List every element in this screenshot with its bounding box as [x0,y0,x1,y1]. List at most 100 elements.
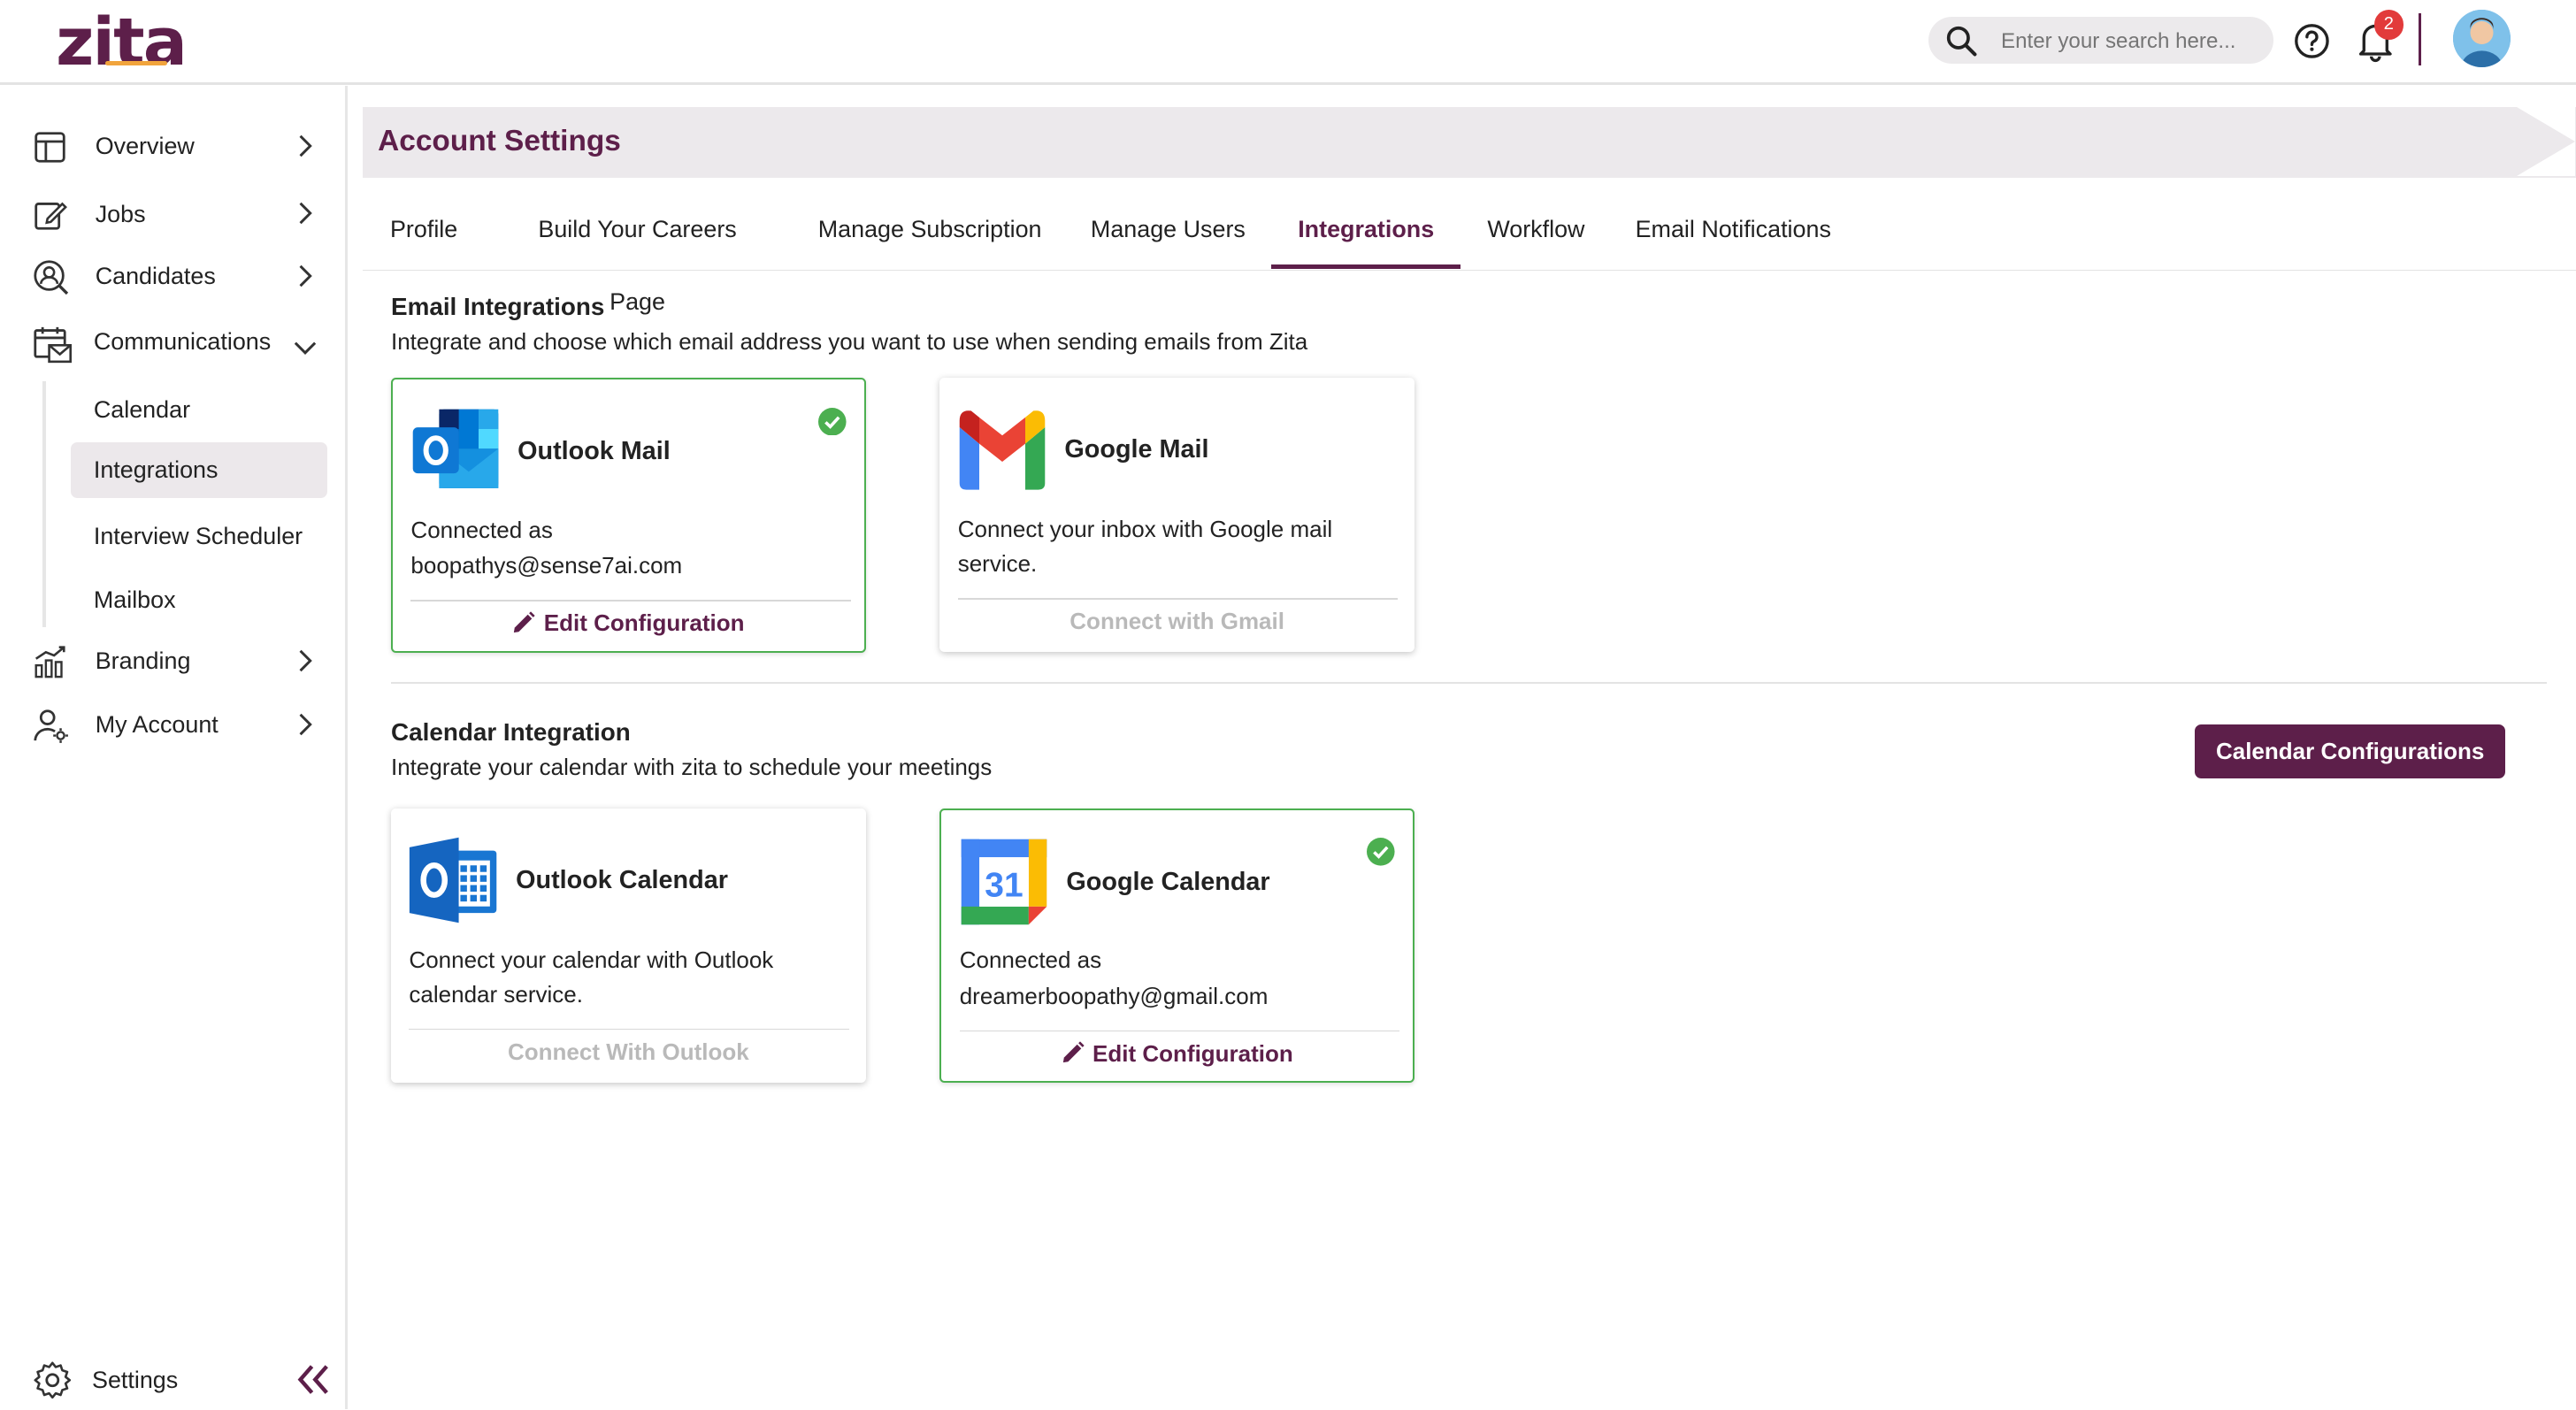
search-input[interactable] [1997,24,2251,59]
connected-email: boopathys@sense7ai.com [410,552,683,579]
sidebar-subitem-mailbox[interactable]: Mailbox [71,571,327,627]
sidebar-item-label: Communications [93,328,272,356]
settings-label: Settings [92,1367,179,1394]
banner-notch [2517,106,2576,176]
zita-logo[interactable]: zita [56,4,188,80]
outlook-mail-name: Outlook Mail [518,437,671,466]
jobs-icon [33,197,69,234]
section-divider [391,681,2547,684]
search-bar[interactable] [1928,16,2274,65]
calendar-configurations-button[interactable]: Calendar Configurations [2195,724,2506,779]
help-icon[interactable] [2294,23,2330,66]
gear-icon [33,1360,73,1407]
connected-check-icon [818,407,847,443]
user-avatar[interactable] [2452,10,2511,68]
branding-icon [33,644,69,680]
sidebar-item-branding[interactable]: Branding [0,631,345,690]
candidates-icon [33,259,69,295]
card-divider [957,597,1399,600]
connect-gmail-button[interactable]: Connect with Gmail [939,608,1414,635]
overview-icon [33,130,69,166]
tab-manage-users[interactable]: Manage Users [1089,194,1246,266]
google-mail-desc-line1: Connect your inbox with Google mail [957,516,1333,543]
title-banner [363,106,2576,178]
calendar-day-number: 31 [985,867,1023,905]
google-calendar-logo-icon: 31 [958,836,1050,925]
submenu-guide-line [42,380,46,628]
sidebar-item-settings[interactable]: Settings [0,1351,345,1410]
outlook-calendar-name: Outlook Calendar [516,865,728,894]
sidebar-item-overview[interactable]: Overview [0,117,345,176]
connected-as-label: Connected as [959,946,1102,974]
logo-accent-underline [104,60,168,66]
header-divider [2418,12,2422,66]
connect-outlook-button[interactable]: Connect With Outlook [391,1038,866,1066]
sidebar-item-label: Overview [95,133,195,160]
email-integrations-title: Email Integrations [391,292,605,320]
sidebar-subitem-label: Calendar [93,395,191,423]
communications-icon [33,326,73,363]
chevron-right-icon [295,202,315,232]
google-calendar-card: 31 Google Calendar Connected as dreamerb… [939,808,1415,1084]
sidebar-item-label: My Account [95,711,218,739]
edit-configuration-button[interactable]: Edit Configuration [393,609,864,640]
chevron-right-icon [295,264,315,295]
sidebar: Overview Jobs Candidates Communications … [0,85,348,1410]
connected-email: dreamerboopathy@gmail.com [959,982,1269,1009]
settings-tabs: Profile Build Your Careers Page Manage S… [363,194,2576,315]
collapse-sidebar-icon[interactable] [295,1363,332,1403]
sidebar-item-jobs[interactable]: Jobs [0,184,345,243]
outlook-calendar-desc-line2: calendar service. [409,980,583,1008]
email-integrations-subtitle: Integrate and choose which email address… [391,328,1308,356]
outlook-calendar-desc-line1: Connect your calendar with Outlook [409,946,774,973]
outlook-calendar-description: Connect your calendar with Outlook calen… [409,943,836,1012]
connected-check-icon [1367,838,1395,873]
pencil-icon [512,611,536,640]
sidebar-subitem-label: Integrations [93,456,218,484]
notification-count-badge: 2 [2373,10,2404,40]
outlook-mail-logo-icon [410,406,502,494]
sidebar-item-label: Candidates [95,263,216,290]
chevron-right-icon [295,649,315,679]
google-mail-name: Google Mail [1064,435,1209,464]
sidebar-item-label: Branding [95,647,191,674]
sidebar-subitem-calendar[interactable]: Calendar [71,381,327,437]
gmail-logo-icon [956,404,1048,493]
google-calendar-name: Google Calendar [1066,867,1270,896]
edit-configuration-label: Edit Configuration [543,609,745,637]
sidebar-subitem-interview-scheduler[interactable]: Interview Scheduler [71,508,327,563]
calendar-integration-title: Calendar Integration [391,717,631,746]
my-account-icon [33,708,69,744]
calendar-integration-subtitle: Integrate your calendar with zita to sch… [391,754,993,781]
chevron-down-icon [294,333,317,364]
outlook-calendar-card: Outlook Calendar Connect your calendar w… [391,808,866,1083]
card-divider [959,1030,1400,1032]
search-icon[interactable] [1945,25,1978,65]
pencil-icon [1062,1041,1085,1070]
outlook-mail-card: Outlook Mail Connected as boopathys@sens… [391,378,866,653]
tab-workflow[interactable]: Workflow [1484,194,1589,266]
google-mail-description: Connect your inbox with Google mail serv… [958,512,1385,581]
sidebar-item-label: Jobs [95,200,146,227]
chevron-right-icon [295,713,315,743]
google-mail-desc-line2: service. [957,550,1038,578]
edit-configuration-button[interactable]: Edit Configuration [941,1040,1413,1071]
edit-configuration-label: Edit Configuration [1092,1039,1293,1067]
tab-manage-subscription[interactable]: Manage Subscription [816,194,1043,266]
tab-build-careers-page[interactable]: Build Your Careers Page [508,194,767,315]
tab-email-notifications[interactable]: Email Notifications [1635,194,1832,266]
page-title: Account Settings [378,125,621,158]
sidebar-item-communications[interactable]: Communications [0,312,345,372]
sidebar-subitem-label: Interview Scheduler [93,522,303,549]
card-divider [410,599,852,602]
top-header: zita 2 [0,0,2576,85]
sidebar-item-my-account[interactable]: My Account [0,695,345,755]
tab-integrations[interactable]: Integrations [1271,194,1460,269]
sidebar-item-candidates[interactable]: Candidates [0,247,345,306]
chevron-right-icon [295,134,315,165]
sidebar-subitem-integrations[interactable]: Integrations [70,441,327,498]
tab-profile[interactable]: Profile [380,194,468,266]
connected-as-label: Connected as [410,516,553,543]
google-mail-card: Google Mail Connect your inbox with Goog… [939,378,1414,653]
outlook-mail-description: Connected as boopathys@sense7ai.com [410,513,838,584]
